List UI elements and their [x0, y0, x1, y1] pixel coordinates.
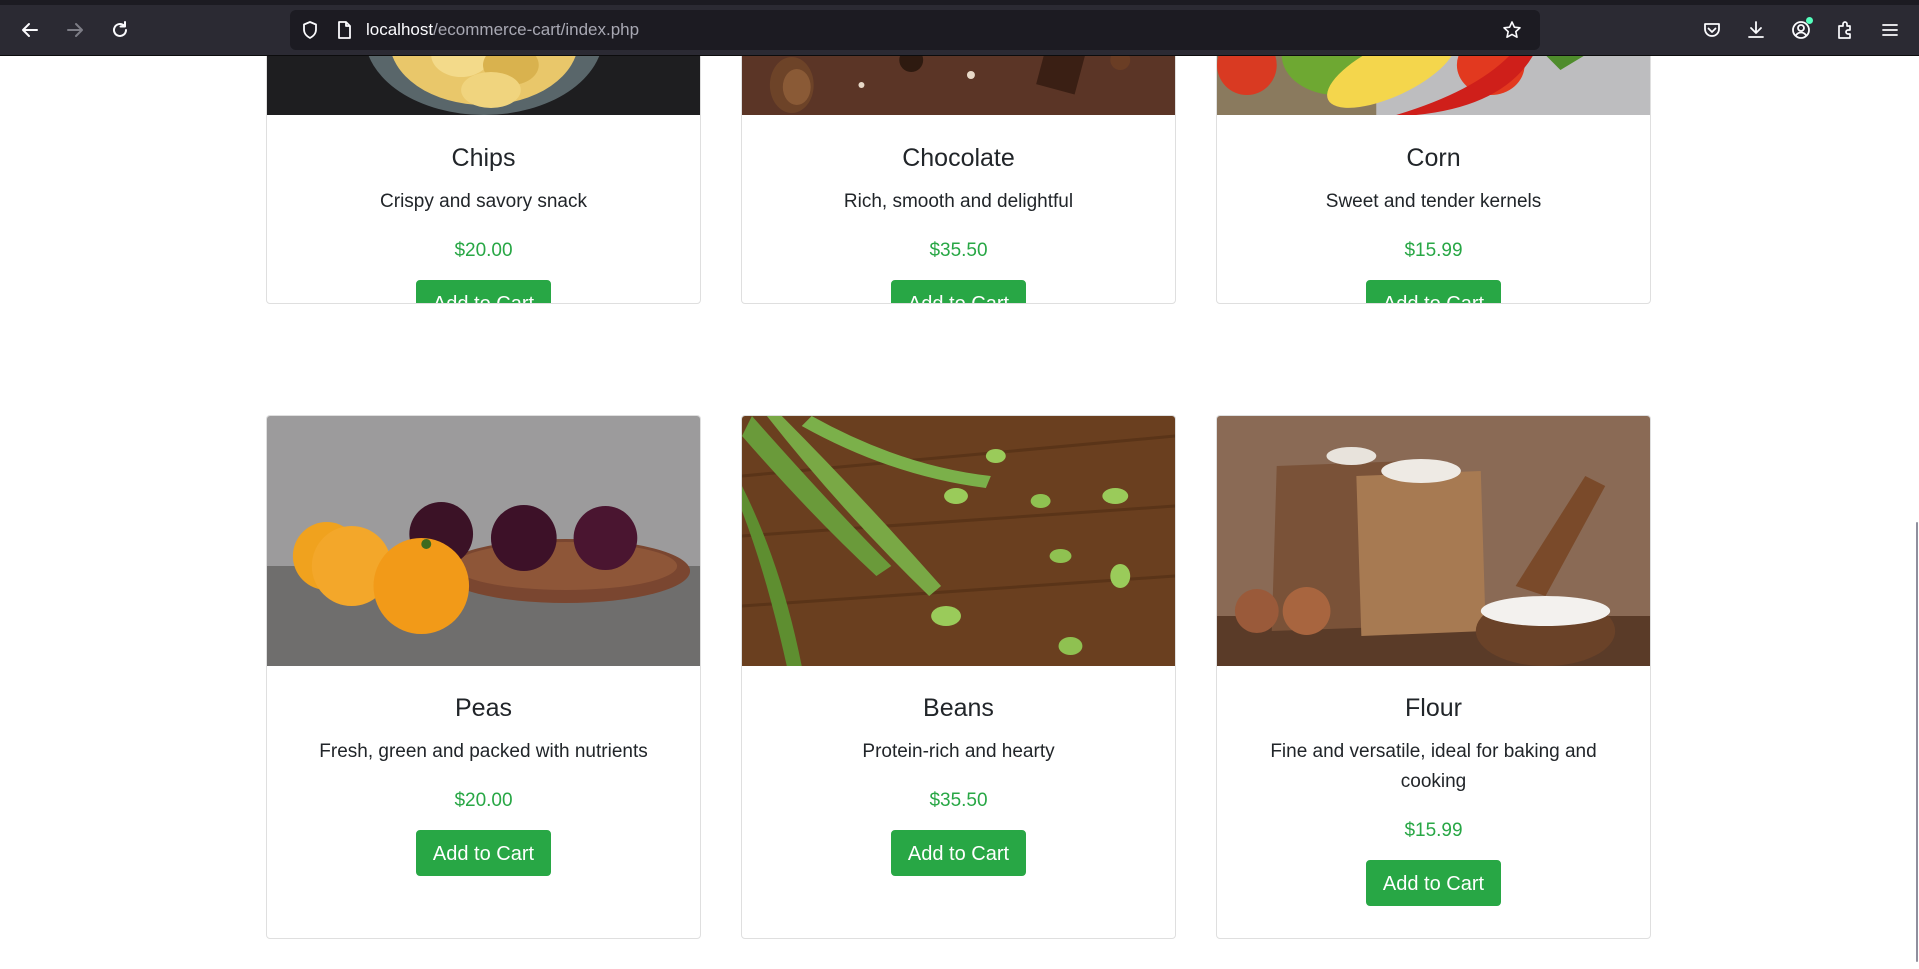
page-icon[interactable] — [334, 20, 354, 40]
add-to-cart-button[interactable]: Add to Cart — [415, 280, 552, 303]
product-title: Peas — [455, 694, 512, 722]
card-body: Peas Fresh, green and packed with nutrie… — [267, 693, 700, 876]
product-title: Chips — [451, 144, 516, 172]
product-description: Sweet and tender kernels — [1325, 191, 1542, 212]
card-body: Chips Crispy and savory snack $20.00 Add… — [267, 143, 700, 303]
product-price: $15.99 — [1404, 240, 1463, 261]
add-to-cart-button[interactable]: Add to Cart — [890, 280, 1027, 303]
product-image-corn — [1217, 56, 1650, 115]
url-text[interactable]: localhost/ecommerce-cart/index.php — [366, 10, 639, 50]
card-body: Flour Fine and versatile, ideal for baki… — [1217, 693, 1650, 906]
address-bar[interactable]: localhost/ecommerce-cart/index.php — [290, 10, 1540, 50]
product-image-beans — [742, 416, 1175, 666]
add-to-cart-button[interactable]: Add to Cart — [1365, 280, 1502, 303]
product-image-peas — [267, 416, 700, 666]
product-card-chocolate: Chocolate Rich, smooth and delightful $3… — [741, 56, 1176, 304]
card-body: Beans Protein-rich and hearty $35.50 Add… — [742, 693, 1175, 876]
extensions-icon[interactable] — [1825, 5, 1865, 55]
vertical-scrollbar[interactable] — [1902, 56, 1919, 969]
product-description: Protein-rich and hearty — [862, 741, 1055, 762]
product-card-flour: Flour Fine and versatile, ideal for baki… — [1216, 415, 1651, 939]
bookmark-star-icon[interactable] — [1502, 20, 1522, 40]
product-description: Crispy and savory snack — [380, 191, 587, 212]
account-icon[interactable] — [1781, 5, 1821, 55]
product-description: Fine and versatile, ideal for baking and… — [1270, 741, 1597, 792]
browser-toolbar: localhost/ecommerce-cart/index.php — [0, 5, 1919, 56]
product-price: $20.00 — [454, 790, 513, 811]
product-card-beans: Beans Protein-rich and hearty $35.50 Add… — [741, 415, 1176, 939]
product-price: $35.50 — [929, 790, 988, 811]
product-image-flour — [1217, 416, 1650, 666]
forward-arrow-icon[interactable] — [55, 5, 95, 55]
product-title: Corn — [1406, 144, 1461, 172]
product-card-chips: Chips Crispy and savory snack $20.00 Add… — [266, 56, 701, 304]
product-price: $15.99 — [1404, 820, 1463, 841]
download-icon[interactable] — [1736, 5, 1776, 55]
pocket-icon[interactable] — [1692, 5, 1732, 55]
product-description: Fresh, green and packed with nutrients — [319, 741, 648, 762]
product-description: Rich, smooth and delightful — [843, 191, 1074, 212]
product-card-peas: Peas Fresh, green and packed with nutrie… — [266, 415, 701, 939]
url-path: /ecommerce-cart/index.php — [433, 20, 640, 39]
product-title: Chocolate — [902, 144, 1015, 172]
product-price: $20.00 — [454, 240, 513, 261]
product-title: Beans — [923, 694, 994, 722]
card-body: Chocolate Rich, smooth and delightful $3… — [742, 143, 1175, 303]
product-title: Flour — [1405, 694, 1462, 722]
shield-icon[interactable] — [300, 20, 320, 40]
back-arrow-icon[interactable] — [10, 5, 50, 55]
url-host: localhost — [366, 20, 434, 39]
card-body: Corn Sweet and tender kernels $15.99 Add… — [1217, 143, 1650, 303]
add-to-cart-button[interactable]: Add to Cart — [1365, 860, 1502, 906]
menu-icon[interactable] — [1870, 5, 1910, 55]
add-to-cart-button[interactable]: Add to Cart — [415, 830, 552, 876]
product-image-chocolate — [742, 56, 1175, 115]
scrollbar-thumb[interactable] — [1916, 522, 1918, 962]
notification-dot — [1806, 17, 1813, 24]
product-image-chips — [267, 56, 700, 115]
reload-icon[interactable] — [100, 5, 140, 55]
page-viewport: Chips Crispy and savory snack $20.00 Add… — [0, 56, 1902, 969]
product-price: $35.50 — [929, 240, 988, 261]
add-to-cart-button[interactable]: Add to Cart — [890, 830, 1027, 876]
product-card-corn: Corn Sweet and tender kernels $15.99 Add… — [1216, 56, 1651, 304]
